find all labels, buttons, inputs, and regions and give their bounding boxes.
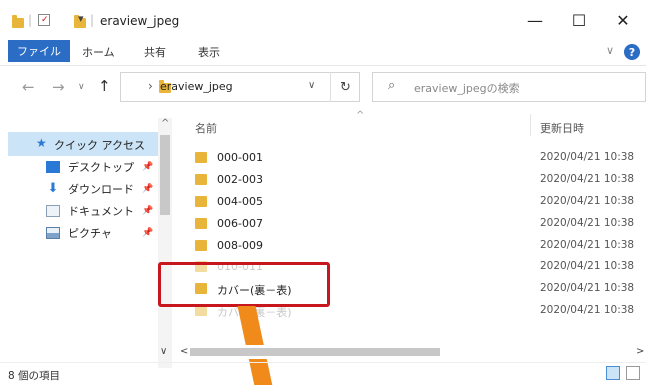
file-row[interactable]: 006-007 2020/04/21 10:38 [195,213,646,235]
file-name: 000-001 [217,151,263,164]
folder-icon [195,196,207,207]
file-row[interactable]: 002-003 2020/04/21 10:38 [195,169,646,191]
back-button[interactable]: ← [22,78,35,96]
column-header-modified[interactable]: 更新日時 [540,120,584,136]
tab-file[interactable]: ファイル [8,40,70,62]
tab-home[interactable]: ホーム [82,44,115,60]
status-separator [0,362,646,363]
file-name: 004-005 [217,195,263,208]
forward-button[interactable]: → [52,78,65,96]
sidebar-item-downloads[interactable]: ⬇ ダウンロード [46,178,134,200]
pin-icon[interactable]: 📌 [142,184,153,194]
sidebar-item-label: デスクトップ [68,161,134,174]
sidebar-item-label: ピクチャ [68,227,112,240]
address-bar[interactable] [120,72,360,102]
folder-icon [12,15,24,28]
file-date: 2020/04/21 10:38 [540,304,635,316]
scroll-down-icon[interactable]: ∨ [160,346,167,357]
file-name: 002-003 [217,173,263,186]
highlight-box [158,262,330,307]
details-view-icon[interactable] [606,366,620,380]
pin-icon[interactable]: 📌 [142,228,153,238]
tab-view[interactable]: 表示 [198,44,220,60]
document-icon [46,205,60,217]
file-date: 2020/04/21 10:38 [540,151,635,163]
folder-icon [195,152,207,163]
pin-icon[interactable]: 📌 [142,206,153,216]
refresh-button[interactable]: ↻ [330,72,360,102]
navpane-scroll-thumb[interactable] [160,135,170,215]
file-name: 008-009 [217,239,263,252]
maximize-button[interactable]: ☐ [556,8,602,32]
quick-access-label: クイック アクセス [54,139,145,152]
ribbon-expand-icon[interactable]: ∨ [606,44,614,57]
close-button[interactable]: ✕ [600,8,646,32]
sidebar-item-pictures[interactable]: ピクチャ [46,222,112,244]
search-input[interactable]: eraview_jpegの検索 [414,80,520,96]
column-divider[interactable] [530,114,531,136]
address-path[interactable]: eraview_jpeg [160,80,233,93]
file-date: 2020/04/21 10:38 [540,260,635,272]
download-icon: ⬇ [47,181,59,196]
sidebar-item-desktop[interactable]: デスクトップ [46,156,134,178]
file-row[interactable]: 004-005 2020/04/21 10:38 [195,191,646,213]
scroll-up-icon[interactable]: ^ [161,118,169,129]
search-icon: ⌕ [388,78,396,93]
sort-indicator-icon: ^ [356,110,365,121]
scroll-left-icon[interactable]: < [180,346,188,357]
folder-icon [195,240,207,251]
file-date: 2020/04/21 10:38 [540,195,635,207]
sidebar-item-label: ダウンロード [68,183,134,196]
star-icon: ★ [36,136,47,150]
file-date: 2020/04/21 10:38 [540,173,635,185]
properties-icon[interactable]: ✓ [38,14,50,26]
quick-access-dropdown[interactable]: ▾ [78,12,84,25]
recent-locations-icon[interactable]: ∨ [78,82,85,92]
desktop-icon [46,161,60,173]
minimize-button[interactable]: — [512,8,558,32]
pin-icon[interactable]: 📌 [142,162,153,172]
file-name: 006-007 [217,217,263,230]
folder-icon [195,174,207,185]
sidebar-item-documents[interactable]: ドキュメント [46,200,134,222]
address-dropdown-icon[interactable]: ∨ [308,80,315,91]
file-row[interactable]: 000-001 2020/04/21 10:38 [195,147,646,169]
large-icons-view-icon[interactable] [626,366,640,380]
column-header-name[interactable]: 名前 [195,120,217,136]
picture-icon [46,227,60,239]
file-date: 2020/04/21 10:38 [540,239,635,251]
tab-share[interactable]: 共有 [144,44,166,60]
title-separator: | [90,13,95,27]
file-row[interactable]: 008-009 2020/04/21 10:38 [195,235,646,257]
path-chevron-icon[interactable]: › [148,79,153,93]
help-icon[interactable]: ? [624,44,640,60]
title-separator: | [28,13,33,27]
up-button[interactable]: ↑ [98,77,111,95]
item-count: 8 個の項目 [8,370,61,382]
window-title: eraview_jpeg [100,14,180,28]
file-date: 2020/04/21 10:38 [540,217,635,229]
scroll-right-icon[interactable]: > [636,346,644,357]
file-date: 2020/04/21 10:38 [540,282,635,294]
sidebar-item-label: ドキュメント [68,205,134,218]
horizontal-scroll-thumb[interactable] [190,348,440,356]
folder-icon [195,218,207,229]
